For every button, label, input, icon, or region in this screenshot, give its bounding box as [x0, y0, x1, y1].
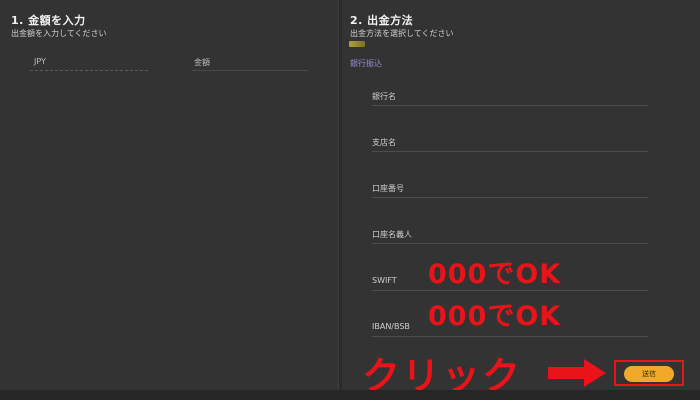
swift-annotation: 000でOK — [428, 259, 562, 290]
account-number-label: 口座番号 — [372, 184, 404, 193]
method-section-title: 2. 出金方法 — [350, 14, 414, 27]
amount-input[interactable]: 金額 — [194, 57, 210, 68]
account-holder-label: 口座名義人 — [372, 230, 412, 239]
iban-label: IBAN/BSB — [372, 322, 410, 331]
bottom-bar — [0, 390, 700, 400]
account-number-underline — [372, 197, 648, 198]
iban-underline — [372, 336, 648, 337]
currency-underline — [30, 70, 148, 71]
iban-annotation: 000でOK — [428, 301, 562, 332]
currency-select[interactable]: JPY — [34, 57, 46, 66]
method-section-subtitle: 出金方法を選択してください — [350, 29, 454, 38]
branch-name-underline — [372, 151, 648, 152]
bank-method-icon[interactable] — [349, 41, 365, 47]
account-holder-underline — [372, 243, 648, 244]
amount-panel — [0, 0, 339, 390]
selected-method-label[interactable]: 銀行振込 — [350, 58, 382, 69]
arrow-right-icon — [548, 359, 606, 387]
branch-name-label: 支店名 — [372, 138, 396, 147]
submit-button[interactable]: 送信 — [624, 366, 674, 382]
amount-section-title: 1. 金額を入力 — [11, 14, 86, 27]
bank-name-field[interactable]: 銀行名 — [372, 91, 648, 111]
amount-underline — [192, 70, 308, 71]
bank-name-label: 銀行名 — [372, 92, 396, 101]
swift-label: SWIFT — [372, 276, 397, 285]
bank-name-underline — [372, 105, 648, 106]
account-holder-field[interactable]: 口座名義人 — [372, 229, 648, 249]
account-number-field[interactable]: 口座番号 — [372, 183, 648, 203]
branch-name-field[interactable]: 支店名 — [372, 137, 648, 157]
amount-section-subtitle: 出金額を入力してください — [11, 29, 107, 38]
